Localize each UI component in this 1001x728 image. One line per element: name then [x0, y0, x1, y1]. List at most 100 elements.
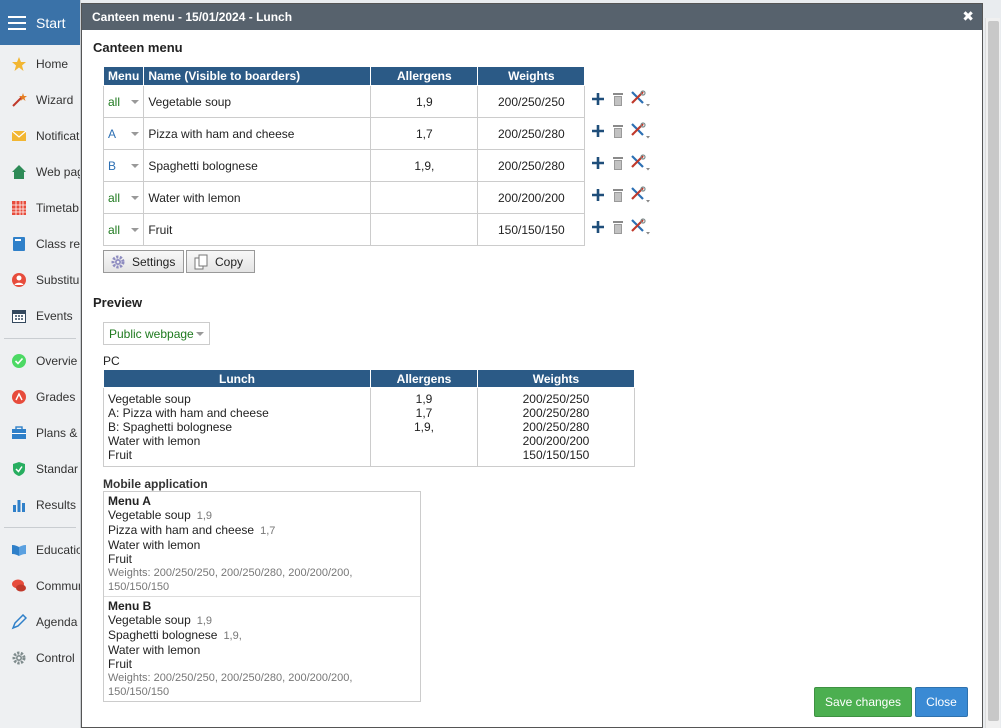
trash-icon[interactable] [609, 218, 627, 236]
tools-dropdown-icon[interactable] [629, 154, 653, 172]
sidebar-item-overview[interactable]: Overvie [0, 343, 80, 379]
menu-select[interactable]: A [102, 117, 145, 150]
mobile-menu-title: Menu A [108, 494, 151, 508]
name-cell[interactable]: Water with lemon [143, 181, 372, 214]
menu-select[interactable]: all [102, 85, 145, 118]
name-cell[interactable]: Pizza with ham and cheese [143, 117, 372, 150]
trash-icon[interactable] [609, 122, 627, 140]
name-cell[interactable]: Vegetable soup [143, 85, 372, 118]
preview-target-select[interactable]: Public webpage [103, 322, 210, 345]
sidebar-item-label: Control [36, 651, 75, 665]
sidebar-item-label: Wizard [36, 93, 74, 107]
envelope-icon [10, 127, 28, 145]
mobile-weights: Weights: 200/250/250, 200/250/280, 200/2… [108, 672, 353, 698]
sidebar-item-label: Timetab [36, 201, 79, 215]
allergens-cell[interactable]: 1,9, [370, 149, 479, 182]
sidebar-item-label: Commun [36, 579, 81, 593]
copy-button[interactable]: Copy [186, 250, 255, 273]
sidebar-item-substitutions[interactable]: Substitu [0, 262, 80, 298]
sidebar-item-class-register[interactable]: Class re [0, 226, 80, 262]
pc-column-allergens: Allergens [370, 369, 478, 388]
sidebar-item-notifications[interactable]: Notificat [0, 118, 80, 154]
tools-dropdown-icon[interactable] [629, 186, 653, 204]
scrollbar-thumb[interactable] [988, 21, 999, 721]
menu-select-value: all [108, 222, 121, 237]
add-icon[interactable] [589, 154, 607, 172]
gear-icon [10, 649, 28, 667]
weights-cell[interactable]: 200/200/200 [477, 181, 586, 214]
sidebar-item-wizard[interactable]: Wizard [0, 82, 80, 118]
weights-cell[interactable]: 200/250/250 [477, 85, 586, 118]
close-icon[interactable]: ✖ [962, 8, 974, 25]
grade-circle-icon [10, 388, 28, 406]
add-icon[interactable] [589, 186, 607, 204]
menu-select[interactable]: all [102, 181, 145, 214]
pc-line: Vegetable soup [108, 392, 191, 406]
table-row: A Pizza with ham and cheese 1,7 200/250/… [102, 117, 586, 150]
menu-select[interactable]: B [102, 149, 145, 182]
save-changes-button[interactable]: Save changes [814, 687, 912, 717]
mobile-item: Pizza with ham and cheese 1,7 [108, 523, 276, 537]
scrollbar[interactable] [985, 18, 1000, 728]
sidebar-item-standards[interactable]: Standar [0, 451, 80, 487]
sidebar-item-communication[interactable]: Commun [0, 568, 80, 604]
mobile-item: Spaghetti bolognese 1,9, [108, 628, 242, 642]
wand-icon [10, 91, 28, 109]
add-icon[interactable] [589, 122, 607, 140]
sidebar-item-label: Home [36, 57, 69, 71]
copy-label: Copy [215, 254, 244, 269]
allergens-cell[interactable]: 1,9 [370, 85, 479, 118]
add-icon[interactable] [589, 218, 607, 236]
weights-cell[interactable]: 150/150/150 [477, 213, 586, 246]
canteen-menu-table: Menu Name (Visible to boarders) Allergen… [102, 66, 586, 246]
mobile-item: Water with lemon [108, 538, 201, 552]
mobile-label: Mobile application [103, 477, 208, 491]
tools-dropdown-icon[interactable] [629, 122, 653, 140]
mobile-weights: Weights: 200/250/250, 200/250/280, 200/2… [108, 567, 353, 593]
pc-line: A: Pizza with ham and cheese [108, 406, 269, 420]
table-row: B Spaghetti bolognese 1,9, 200/250/280 [102, 149, 586, 182]
pc-line: 200/200/200 [522, 434, 590, 448]
sidebar-item-home[interactable]: Home [0, 46, 80, 82]
chevron-down-icon [196, 331, 204, 336]
menu-select[interactable]: all [102, 213, 145, 246]
allergens-cell[interactable] [370, 213, 479, 246]
row-actions [589, 122, 655, 140]
pc-line: 150/150/150 [522, 448, 590, 462]
sidebar-item-education[interactable]: Educatio [0, 532, 80, 568]
pc-allergens-cell: 1,9 1,7 1,9, [370, 387, 478, 467]
pc-line: Water with lemon [108, 434, 201, 448]
trash-icon[interactable] [609, 90, 627, 108]
allergens-cell[interactable]: 1,7 [370, 117, 479, 150]
sidebar-item-web-pages[interactable]: Web pag [0, 154, 80, 190]
sidebar-item-label: Plans & [36, 426, 78, 440]
chevron-down-icon [131, 131, 140, 136]
star-icon [10, 55, 28, 73]
canteen-section-title: Canteen menu [93, 40, 183, 55]
column-header-menu: Menu [102, 66, 145, 86]
sidebar-item-events[interactable]: Events [0, 298, 80, 334]
sidebar-item-timetable[interactable]: Timetab [0, 190, 80, 226]
sidebar-divider [4, 527, 76, 528]
weights-cell[interactable]: 200/250/280 [477, 149, 586, 182]
settings-button[interactable]: Settings [103, 250, 185, 273]
weights-cell[interactable]: 200/250/280 [477, 117, 586, 150]
allergens-cell[interactable] [370, 181, 479, 214]
trash-icon[interactable] [609, 186, 627, 204]
chat-icon [10, 577, 28, 595]
tools-dropdown-icon[interactable] [629, 218, 653, 236]
add-icon[interactable] [589, 90, 607, 108]
name-cell[interactable]: Fruit [143, 213, 372, 246]
name-cell[interactable]: Spaghetti bolognese [143, 149, 372, 182]
sidebar-item-control[interactable]: Control [0, 640, 80, 676]
mobile-item: Fruit [108, 657, 132, 671]
tools-dropdown-icon[interactable] [629, 90, 653, 108]
start-button[interactable]: Start [0, 0, 80, 45]
row-actions [589, 154, 655, 172]
sidebar-item-results[interactable]: Results [0, 487, 80, 523]
sidebar-item-plans[interactable]: Plans & [0, 415, 80, 451]
sidebar-item-agenda[interactable]: Agenda [0, 604, 80, 640]
trash-icon[interactable] [609, 154, 627, 172]
close-button[interactable]: Close [915, 687, 968, 717]
sidebar-item-grades[interactable]: Grades [0, 379, 80, 415]
